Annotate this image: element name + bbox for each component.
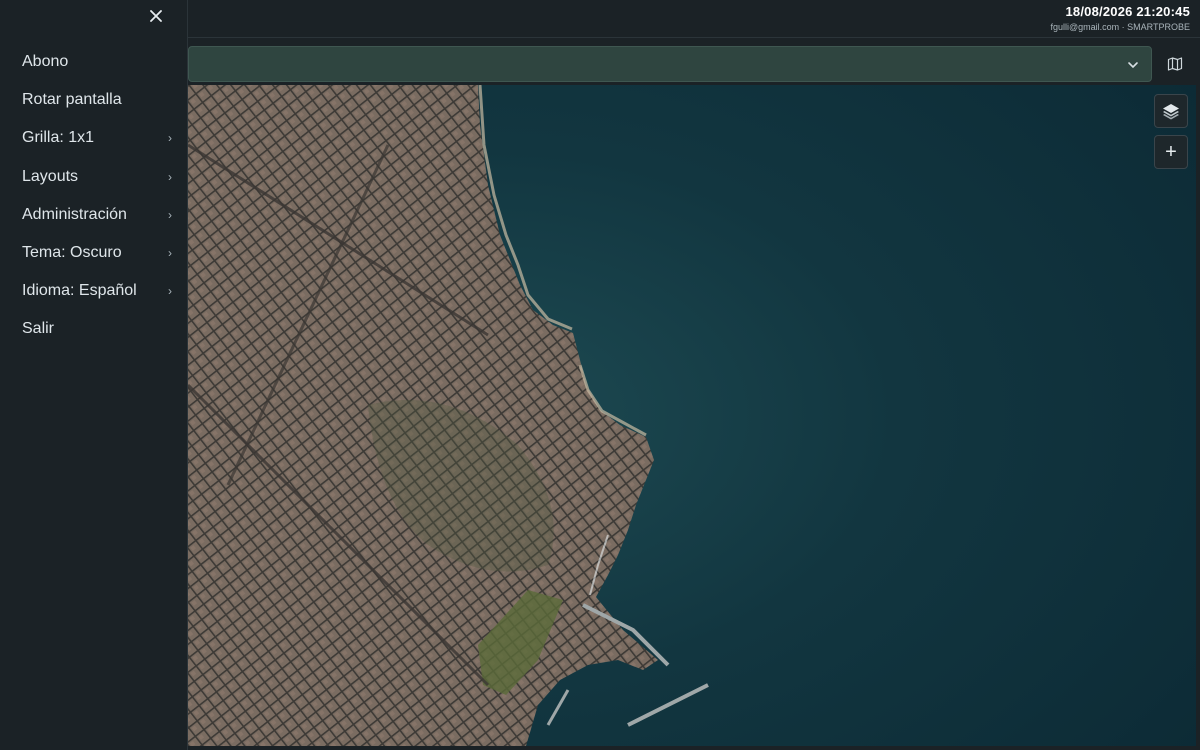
camera-selector[interactable]	[188, 46, 1152, 82]
menu-item-layouts[interactable]: Layouts ›	[0, 158, 188, 196]
chevron-right-icon: ›	[168, 246, 172, 261]
zoom-in-button[interactable]: +	[1154, 135, 1188, 169]
chevron-right-icon: ›	[168, 131, 172, 146]
close-icon	[150, 10, 162, 22]
menu-item-tema[interactable]: Tema: Oscuro ›	[0, 234, 188, 272]
menu-item-idioma[interactable]: Idioma: Español ›	[0, 272, 188, 310]
menu-item-label: Salir	[22, 320, 55, 338]
satellite-map[interactable]: +	[188, 85, 1196, 746]
menu-item-label: Idioma: Español	[22, 282, 137, 300]
map-toggle-button[interactable]	[1160, 46, 1190, 82]
map-layers-button[interactable]	[1154, 94, 1188, 128]
menu-item-label: Grilla: 1x1	[22, 129, 95, 147]
menu-item-label: Abono	[22, 53, 69, 71]
chevron-right-icon: ›	[168, 284, 172, 299]
menu-list: Abono Rotar pantalla Grilla: 1x1 › Layou…	[0, 43, 188, 349]
menu-item-grilla[interactable]: Grilla: 1x1 ›	[0, 119, 188, 157]
datetime-display: 18/08/2026 21:20:45	[1065, 4, 1190, 19]
user-info: fgulli@gmail.com · SMARTPROBE	[1050, 22, 1191, 32]
menu-item-label: Tema: Oscuro	[22, 244, 122, 262]
satellite-imagery	[188, 85, 1196, 746]
menu-item-label: Layouts	[22, 167, 79, 185]
zoom-in-icon: +	[1165, 141, 1177, 163]
menu-item-label: Administración	[22, 205, 127, 223]
layers-icon	[1163, 104, 1179, 120]
side-menu: Abono Rotar pantalla Grilla: 1x1 › Layou…	[0, 0, 188, 750]
chevron-right-icon: ›	[168, 207, 172, 222]
menu-item-administracion[interactable]: Administración ›	[0, 196, 188, 234]
menu-item-rotar-pantalla[interactable]: Rotar pantalla	[0, 81, 188, 119]
menu-item-label: Rotar pantalla	[22, 91, 122, 109]
map-icon	[1167, 57, 1183, 71]
chevron-down-icon	[1128, 62, 1138, 69]
menu-item-abono[interactable]: Abono	[0, 43, 188, 81]
menu-item-salir[interactable]: Salir	[0, 310, 188, 348]
chevron-right-icon: ›	[168, 169, 172, 184]
close-menu-button[interactable]	[146, 6, 166, 26]
